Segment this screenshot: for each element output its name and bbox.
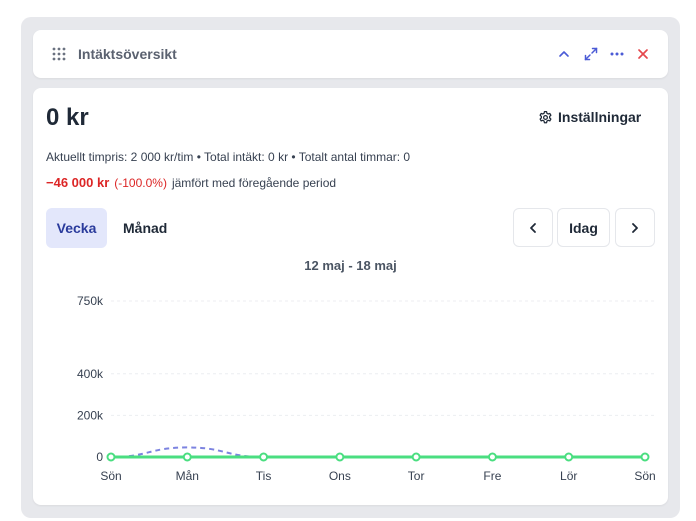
x-tick-label: Sön [634, 469, 655, 483]
data-point [487, 452, 497, 462]
x-tick-label: Ons [329, 469, 351, 483]
x-tick-label: Mån [176, 469, 199, 483]
widget-header: Intäktsöversikt [33, 30, 668, 78]
close-icon [638, 49, 648, 59]
collapse-button[interactable] [554, 44, 574, 64]
expand-icon [584, 47, 598, 61]
widget-title: Intäktsöversikt [78, 46, 177, 62]
revenue-line-chart: 0 200k 400k 750k Sön Mån Tis Ons Tor Fre Lör Sön [77, 294, 657, 483]
data-point [182, 452, 192, 462]
x-tick-label: Sön [100, 469, 121, 483]
x-tick-label: Fre [483, 469, 501, 483]
close-button[interactable] [633, 44, 653, 64]
data-point [106, 452, 116, 462]
chevron-up-icon [559, 51, 569, 57]
y-tick-label: 750k [77, 294, 104, 308]
more-button[interactable] [607, 44, 627, 64]
y-tick-label: 400k [77, 367, 104, 381]
grip-icon[interactable] [52, 47, 66, 61]
data-point [411, 452, 421, 462]
data-point [640, 452, 650, 462]
data-point [335, 452, 345, 462]
x-tick-label: Tis [256, 469, 272, 483]
data-point [259, 452, 269, 462]
x-tick-label: Tor [408, 469, 425, 483]
more-icon [610, 52, 624, 56]
y-tick-label: 0 [96, 450, 103, 464]
expand-button[interactable] [581, 44, 601, 64]
x-tick-label: Lör [560, 469, 577, 483]
revenue-card: 0 kr Inställningar Aktuellt timpris: 2 0… [33, 88, 668, 505]
y-tick-label: 200k [77, 408, 104, 422]
data-point [564, 452, 574, 462]
